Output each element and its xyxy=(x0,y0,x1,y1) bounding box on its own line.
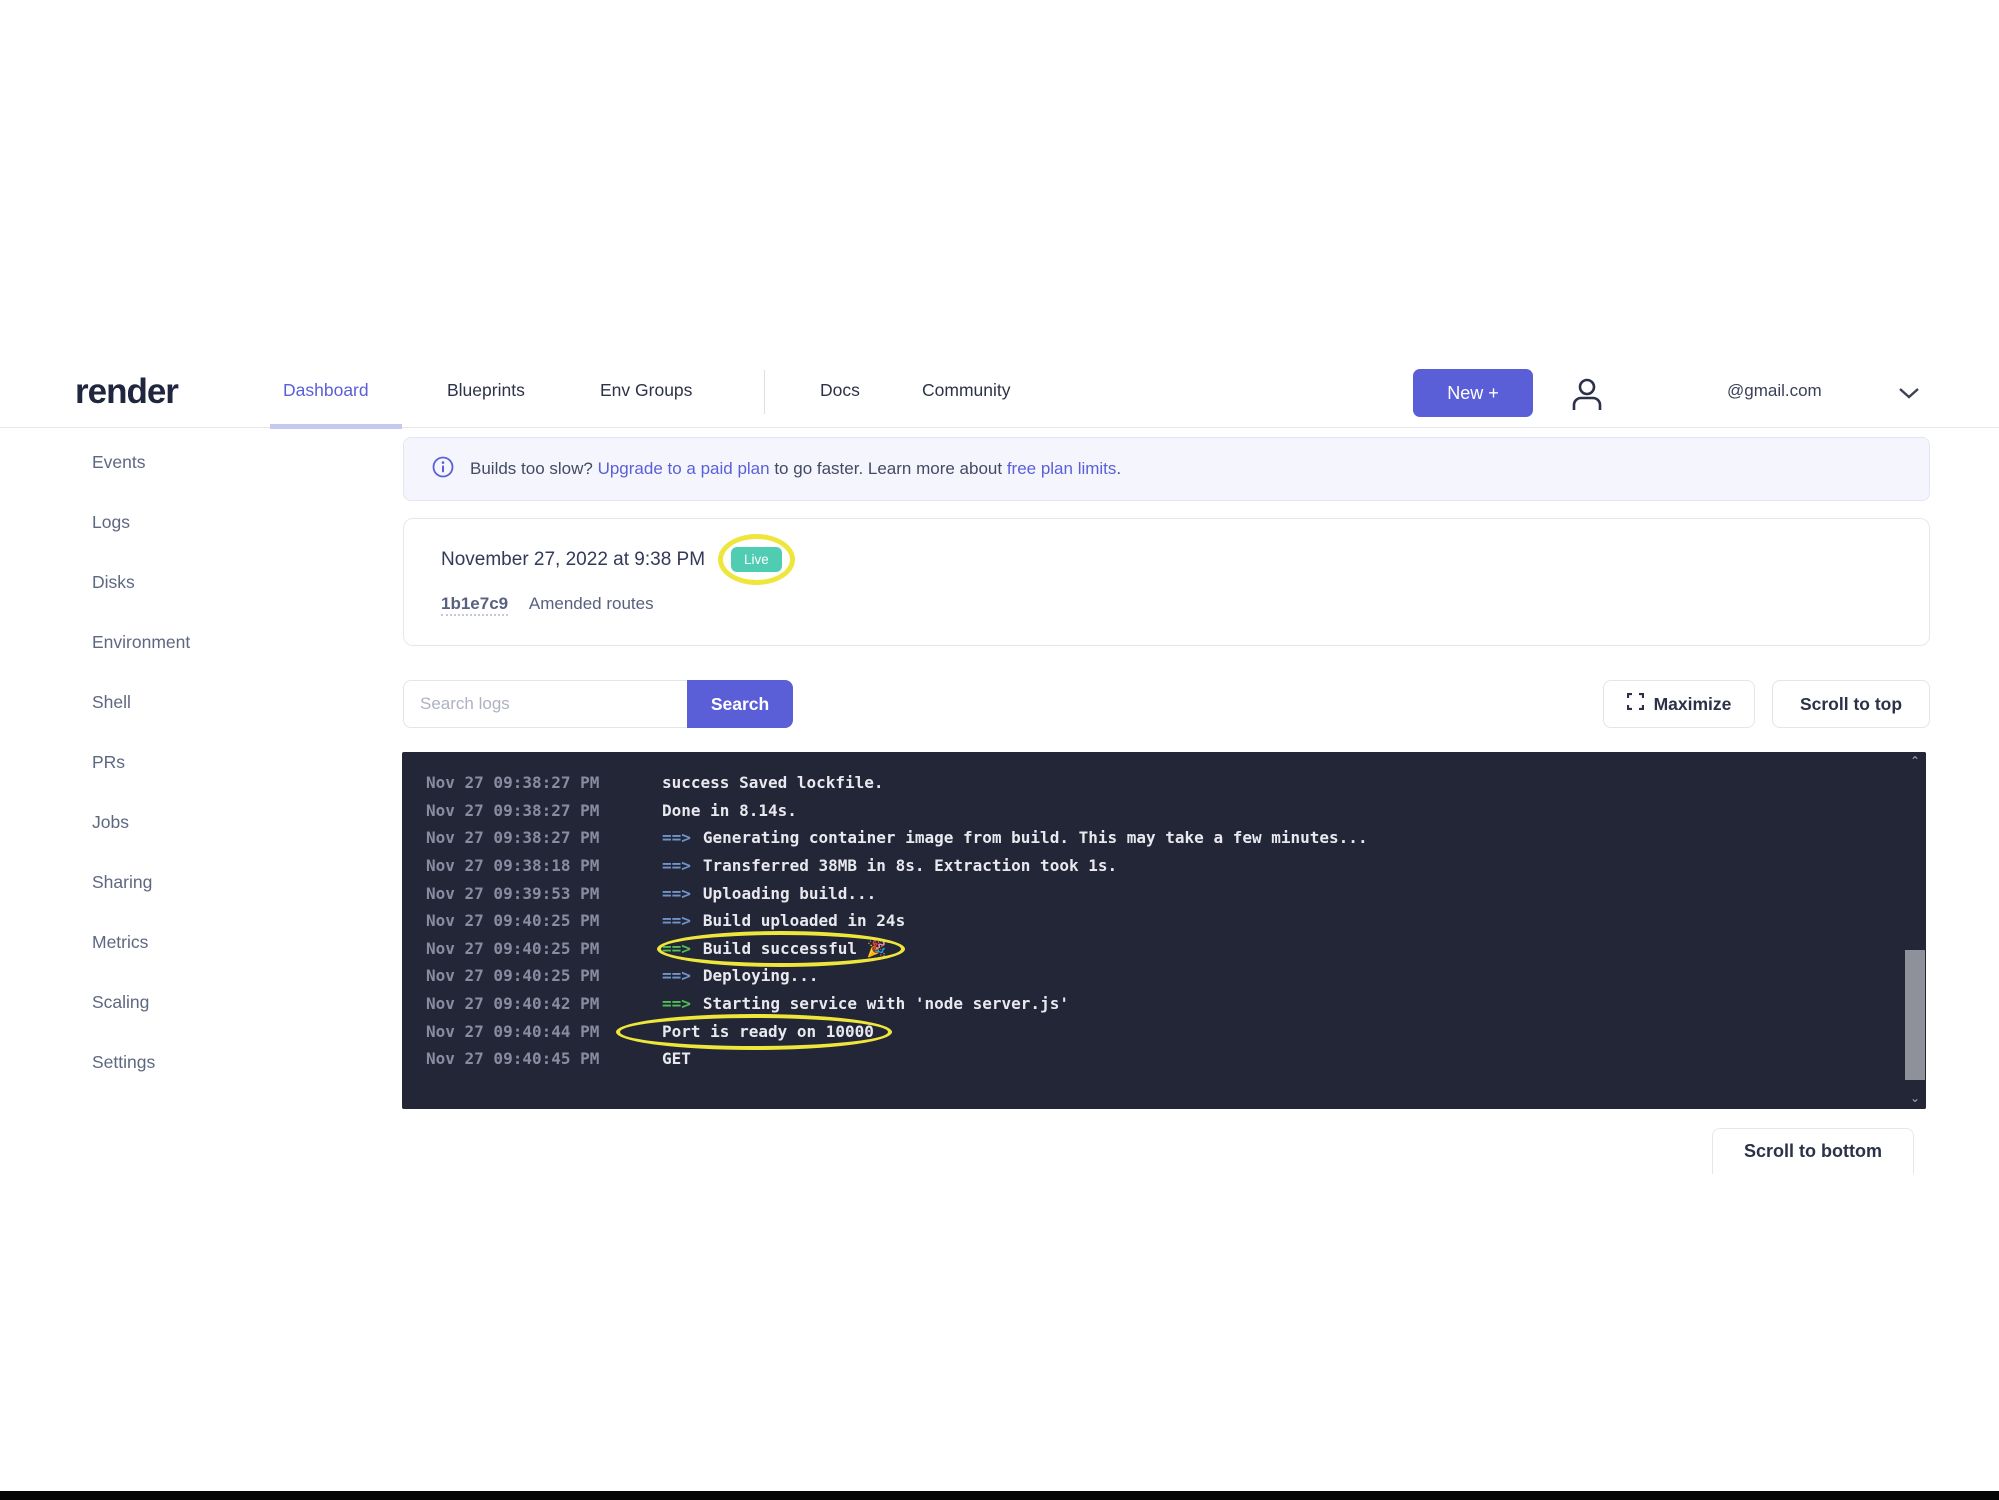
log-line: Nov 27 09:38:27 PM ==> Generating contai… xyxy=(426,824,1926,852)
log-timestamp: Nov 27 09:40:25 PM xyxy=(426,911,638,930)
log-timestamp: Nov 27 09:40:45 PM xyxy=(426,1049,638,1068)
upgrade-banner: Builds too slow? Upgrade to a paid plan … xyxy=(403,437,1930,501)
maximize-button[interactable]: Maximize xyxy=(1603,680,1755,728)
sidebar-item-disks[interactable]: Disks xyxy=(92,552,352,612)
top-navigation-bar: render Dashboard Blueprints Env Groups D… xyxy=(0,358,1999,428)
terminal-scrollbar[interactable]: ⌃ ⌄ xyxy=(1904,752,1926,1109)
chevron-down-icon[interactable] xyxy=(1898,386,1920,405)
sidebar-item-shell[interactable]: Shell xyxy=(92,672,352,732)
commit-message: Amended routes xyxy=(529,594,654,613)
sidebar-item-sharing[interactable]: Sharing xyxy=(92,852,352,912)
log-timestamp: Nov 27 09:38:18 PM xyxy=(426,856,638,875)
log-line: Nov 27 09:40:25 PM ==> Build uploaded in… xyxy=(426,907,1926,935)
log-line: Nov 27 09:40:25 PM ==> Deploying... xyxy=(426,962,1926,990)
log-line: Nov 27 09:40:42 PM ==> Starting service … xyxy=(426,990,1926,1018)
info-icon xyxy=(432,456,454,483)
log-timestamp: Nov 27 09:40:25 PM xyxy=(426,966,638,985)
sidebar-item-jobs[interactable]: Jobs xyxy=(92,792,352,852)
account-email[interactable]: @gmail.com xyxy=(1727,381,1822,401)
upgrade-link[interactable]: Upgrade to a paid plan xyxy=(598,459,770,478)
sidebar-item-scaling[interactable]: Scaling xyxy=(92,972,352,1032)
scroll-to-top-button[interactable]: Scroll to top xyxy=(1772,680,1930,728)
search-logs-input[interactable] xyxy=(403,680,687,728)
log-message: Uploading build... xyxy=(703,884,876,903)
log-timestamp: Nov 27 09:39:53 PM xyxy=(426,884,638,903)
new-button[interactable]: New + xyxy=(1413,369,1533,417)
sidebar-item-settings[interactable]: Settings xyxy=(92,1032,352,1092)
log-line: Nov 27 09:38:27 PM success Saved lockfil… xyxy=(426,769,1926,797)
free-plan-limits-link[interactable]: free plan limits xyxy=(1007,459,1117,478)
log-timestamp: Nov 27 09:40:42 PM xyxy=(426,994,638,1013)
sidebar-item-metrics[interactable]: Metrics xyxy=(92,912,352,972)
log-message: Build uploaded in 24s xyxy=(703,911,905,930)
log-timestamp: Nov 27 09:40:44 PM xyxy=(426,1022,638,1041)
log-arrow: ==> xyxy=(662,939,691,958)
user-avatar-icon[interactable] xyxy=(1566,374,1608,421)
log-message: Deploying... xyxy=(703,966,819,985)
tab-dashboard[interactable]: Dashboard xyxy=(283,380,369,401)
tab-blueprints[interactable]: Blueprints xyxy=(447,380,525,401)
log-timestamp: Nov 27 09:40:25 PM xyxy=(426,939,638,958)
log-arrow: ==> xyxy=(662,966,691,985)
log-arrow: ==> xyxy=(662,828,691,847)
log-line: Nov 27 09:40:25 PM ==> Build successful … xyxy=(426,935,1926,963)
live-status-badge: Live xyxy=(731,547,782,572)
scrollbar-down-icon[interactable]: ⌄ xyxy=(1904,1091,1926,1107)
sidebar-item-prs[interactable]: PRs xyxy=(92,732,352,792)
deploy-timestamp: November 27, 2022 at 9:38 PM xyxy=(441,549,705,571)
log-timestamp: Nov 27 09:38:27 PM xyxy=(426,828,638,847)
log-line: Nov 27 09:40:45 PM GET xyxy=(426,1045,1926,1073)
log-line: Nov 27 09:38:18 PM ==> Transferred 38MB … xyxy=(426,852,1926,880)
log-message: Transferred 38MB in 8s. Extraction took … xyxy=(703,856,1117,875)
log-timestamp: Nov 27 09:38:27 PM xyxy=(426,801,638,820)
tab-docs[interactable]: Docs xyxy=(820,380,860,401)
log-arrow: ==> xyxy=(662,994,691,1013)
commit-row: 1b1e7c9 Amended routes xyxy=(441,594,1929,614)
render-logo[interactable]: render xyxy=(75,372,178,412)
banner-text: Builds too slow? Upgrade to a paid plan … xyxy=(470,459,1121,479)
log-message: Build successful 🎉 xyxy=(703,939,887,958)
sidebar-item-environment[interactable]: Environment xyxy=(92,612,352,672)
log-arrow: ==> xyxy=(662,856,691,875)
log-lines: Nov 27 09:38:27 PM success Saved lockfil… xyxy=(426,769,1926,1073)
log-message: Generating container image from build. T… xyxy=(703,828,1368,847)
deploy-card: November 27, 2022 at 9:38 PM Live 1b1e7c… xyxy=(403,518,1930,646)
maximize-icon xyxy=(1627,693,1644,715)
tab-community[interactable]: Community xyxy=(922,380,1011,401)
log-message: GET xyxy=(662,1049,691,1068)
log-message: Starting service with 'node server.js' xyxy=(703,994,1069,1013)
log-arrow: ==> xyxy=(662,884,691,903)
scroll-to-bottom-button[interactable]: Scroll to bottom xyxy=(1712,1128,1914,1174)
log-line: Nov 27 09:40:44 PM Port is ready on 1000… xyxy=(426,1017,1926,1045)
search-button[interactable]: Search xyxy=(687,680,793,728)
bottom-black-bar xyxy=(0,1491,1999,1500)
scrollbar-thumb[interactable] xyxy=(1905,950,1925,1080)
scrollbar-up-icon[interactable]: ⌃ xyxy=(1904,754,1926,770)
log-terminal: Nov 27 09:38:27 PM success Saved lockfil… xyxy=(402,752,1926,1109)
sidebar-item-events[interactable]: Events xyxy=(92,432,352,492)
commit-hash-link[interactable]: 1b1e7c9 xyxy=(441,594,508,616)
active-tab-underline xyxy=(270,424,402,429)
nav-divider xyxy=(764,370,765,414)
log-message: Done in 8.14s. xyxy=(662,801,797,820)
service-sidebar: Events Logs Disks Environment Shell PRs … xyxy=(92,432,352,1092)
log-line: Nov 27 09:39:53 PM ==> Uploading build..… xyxy=(426,879,1926,907)
render-dashboard-page: render Dashboard Blueprints Env Groups D… xyxy=(0,0,1999,1500)
log-message: success Saved lockfile. xyxy=(662,773,884,792)
sidebar-item-logs[interactable]: Logs xyxy=(92,492,352,552)
tab-env-groups[interactable]: Env Groups xyxy=(600,380,692,401)
log-line: Nov 27 09:38:27 PM Done in 8.14s. xyxy=(426,797,1926,825)
log-message: Port is ready on 10000 xyxy=(662,1022,874,1041)
log-timestamp: Nov 27 09:38:27 PM xyxy=(426,773,638,792)
log-arrow: ==> xyxy=(662,911,691,930)
live-status: Live xyxy=(731,547,782,572)
